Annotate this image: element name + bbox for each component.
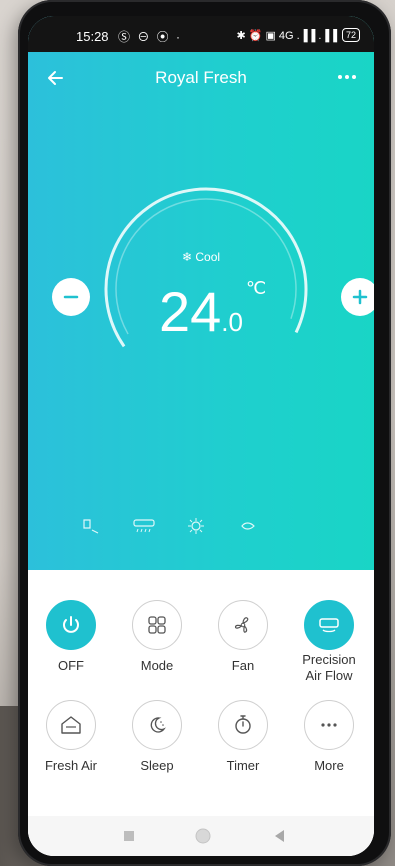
control-label: Fan xyxy=(231,658,255,673)
timer-control[interactable]: Timer xyxy=(200,700,286,774)
app-bar: Royal Fresh xyxy=(28,56,374,100)
temperature-decimal: .0 xyxy=(221,307,243,337)
status-system-icons: ✱ ⏰ ▣ 4G .▐▐ .▐▐ 72 xyxy=(236,28,360,42)
sun-icon xyxy=(184,516,208,536)
status-bar: 15:28 Ⓢ ⊖ ⦿ · ✱ ⏰ ▣ 4G .▐▐ .▐▐ 72 xyxy=(28,16,374,52)
precision-air-flow-control[interactable]: Precision Air Flow xyxy=(286,600,372,684)
increase-temp-button[interactable] xyxy=(341,278,374,316)
thermostat-hero: 15:28 Ⓢ ⊖ ⦿ · ✱ ⏰ ▣ 4G .▐▐ .▐▐ 72 Royal … xyxy=(28,16,374,570)
aircon-icon xyxy=(304,600,354,650)
airflow-icon xyxy=(132,516,156,536)
mode-label: Cool xyxy=(195,250,221,264)
control-label: Timer xyxy=(226,758,260,773)
mode-control[interactable]: Mode xyxy=(114,600,200,674)
status-signal-icons: ✱ ⏰ ▣ 4G .▐▐ .▐▐ xyxy=(236,29,337,42)
plus-icon xyxy=(352,289,368,305)
fan-icon xyxy=(218,600,268,650)
system-nav-bar xyxy=(28,816,374,856)
control-label: Precision Air Flow xyxy=(302,652,356,683)
control-label: OFF xyxy=(58,658,84,673)
fresh-air-control[interactable]: Fresh Air xyxy=(28,700,114,774)
minus-icon xyxy=(63,295,79,299)
back-triangle-icon[interactable] xyxy=(272,828,286,844)
app-screen: 15:28 Ⓢ ⊖ ⦿ · ✱ ⏰ ▣ 4G .▐▐ .▐▐ 72 Royal … xyxy=(28,16,374,856)
battery-indicator: 72 xyxy=(341,28,360,42)
control-label: Mode xyxy=(140,658,174,673)
swing-icon xyxy=(80,516,104,536)
status-notification-icons: Ⓢ ⊖ ⦿ · xyxy=(118,30,182,44)
house-icon xyxy=(46,700,96,750)
dots-icon xyxy=(304,700,354,750)
temperature-unit: ℃ xyxy=(246,278,267,298)
recent-apps-icon[interactable] xyxy=(122,829,136,843)
status-time: 15:28 xyxy=(76,29,109,44)
timer-icon xyxy=(218,700,268,750)
control-label: Sleep xyxy=(140,758,174,773)
more-horizontal-icon[interactable] xyxy=(334,64,360,90)
sleep-control[interactable]: Sleep xyxy=(114,700,200,774)
grid-icon xyxy=(132,600,182,650)
control-panel: OFF Mode Fan Precision Air Flow Fresh Ai… xyxy=(28,570,374,856)
power-icon xyxy=(46,600,96,650)
function-status-icons xyxy=(80,516,260,536)
eco-icon xyxy=(236,516,260,536)
temperature-value: 24 xyxy=(159,280,222,343)
mode-indicator: ❄ Cool xyxy=(28,250,374,264)
page-title: Royal Fresh xyxy=(155,68,247,87)
fan-control[interactable]: Fan xyxy=(200,600,286,674)
off-control[interactable]: OFF xyxy=(28,600,114,674)
snowflake-icon: ❄ xyxy=(181,250,193,264)
moon-icon xyxy=(132,700,182,750)
decrease-temp-button[interactable] xyxy=(52,278,90,316)
control-label: Fresh Air xyxy=(44,758,97,773)
home-icon[interactable] xyxy=(194,827,212,845)
more-control[interactable]: More xyxy=(286,700,372,774)
control-label: More xyxy=(314,758,344,773)
